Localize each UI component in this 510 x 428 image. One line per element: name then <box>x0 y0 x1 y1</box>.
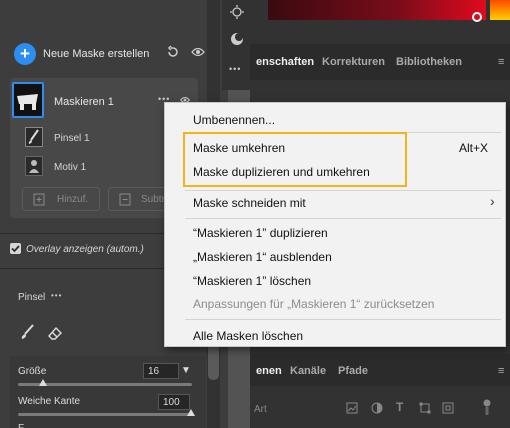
add-icon <box>33 193 46 209</box>
filter-smartobject-icon[interactable] <box>442 402 454 417</box>
filter-pixel-icon[interactable] <box>346 402 358 417</box>
tab-properties[interactable]: enschaften <box>256 56 314 68</box>
mask-name[interactable]: Maskieren 1 <box>54 96 114 108</box>
subject-component-label[interactable]: Motiv 1 <box>54 162 86 173</box>
next-row-label: F <box>18 423 24 428</box>
menu-separator <box>185 319 501 320</box>
create-mask-label[interactable]: Neue Maske erstellen <box>43 48 149 60</box>
brush-tool-icon[interactable] <box>18 323 36 344</box>
brush-more-icon[interactable]: ••• <box>51 291 62 300</box>
menu-item-hide-mask[interactable]: „Maskieren 1“ ausblenden <box>193 250 332 264</box>
feather-slider-track[interactable] <box>18 413 192 416</box>
overlay-checkbox[interactable] <box>10 243 21 254</box>
visibility-eye-icon[interactable] <box>191 46 205 61</box>
filter-type-icon[interactable]: T <box>396 400 403 414</box>
tab-paths[interactable]: Pfade <box>338 365 368 377</box>
color-picker-field[interactable] <box>268 0 486 20</box>
filter-shape-icon[interactable] <box>419 402 431 417</box>
hue-strip[interactable] <box>490 0 510 20</box>
tab-libraries[interactable]: Bibliotheken <box>396 56 462 68</box>
reset-icon[interactable] <box>166 45 180 62</box>
layers-menu-icon[interactable]: ≡ <box>498 365 504 377</box>
layers-tab-bar <box>250 354 510 386</box>
eraser-tool-icon[interactable] <box>46 324 64 345</box>
subject-component-thumb[interactable] <box>25 156 43 176</box>
menu-item-delete-all-masks[interactable]: Alle Masken löschen <box>193 329 303 343</box>
menu-separator <box>185 190 501 191</box>
feather-label: Weiche Kante <box>18 396 81 407</box>
menu-item-duplicate-mask[interactable]: “Maskieren 1” duplizieren <box>193 226 328 240</box>
menu-item-duplicate-invert-mask[interactable]: Maske duplizieren und umkehren <box>193 165 370 179</box>
more-tools-icon[interactable]: ••• <box>229 64 241 74</box>
add-button[interactable]: Hinzuf. <box>22 187 100 211</box>
adjust-brush-icon[interactable] <box>229 4 245 23</box>
tab-channels[interactable]: Kanäle <box>290 365 326 377</box>
feather-slider-thumb[interactable] <box>187 409 195 416</box>
invert-mask-shortcut: Alt+X <box>459 141 489 155</box>
context-menu: Umbenennen... Maske umkehren Alt+X Maske… <box>164 102 506 347</box>
submenu-chevron-icon: › <box>490 193 495 209</box>
size-input[interactable]: 16 <box>143 363 179 379</box>
menu-item-rename[interactable]: Umbenennen... <box>193 113 275 127</box>
menu-item-reset-adjustments: Anpassungen für „Maskieren 1“ zurücksetz… <box>193 297 435 311</box>
size-label: Größe <box>18 366 47 377</box>
brush-component-thumb[interactable] <box>25 127 43 147</box>
tab-layers[interactable]: enen <box>256 365 282 377</box>
filter-toggle-icon[interactable] <box>482 398 492 419</box>
create-mask-button[interactable]: + <box>14 43 36 65</box>
brush-section-title: Pinsel <box>18 292 46 303</box>
feather-input[interactable]: 100 <box>158 394 190 410</box>
overlay-label: Overlay anzeigen (autom.) <box>26 244 144 255</box>
filter-adjustment-icon[interactable] <box>371 402 383 417</box>
menu-separator <box>185 218 501 219</box>
size-slider-thumb[interactable] <box>39 379 47 386</box>
panel-menu-icon[interactable]: ≡ <box>498 56 504 68</box>
subtract-icon <box>119 193 132 209</box>
brush-component-label[interactable]: Pinsel 1 <box>54 133 90 144</box>
menu-item-intersect-mask[interactable]: Maske schneiden mit <box>193 196 306 210</box>
mask-thumbnail[interactable] <box>12 82 44 118</box>
tab-adjustments[interactable]: Korrekturen <box>322 56 385 68</box>
add-button-label: Hinzuf. <box>57 194 89 205</box>
color-picker-handle[interactable] <box>472 12 482 22</box>
mask-tool-icon[interactable] <box>229 31 245 50</box>
size-dropdown-icon[interactable]: ▼ <box>181 365 191 376</box>
layer-filter-kind[interactable]: Art <box>254 404 267 415</box>
menu-item-delete-mask[interactable]: “Maskieren 1” löschen <box>193 274 311 288</box>
menu-item-invert-mask[interactable]: Maske umkehren <box>193 141 285 155</box>
